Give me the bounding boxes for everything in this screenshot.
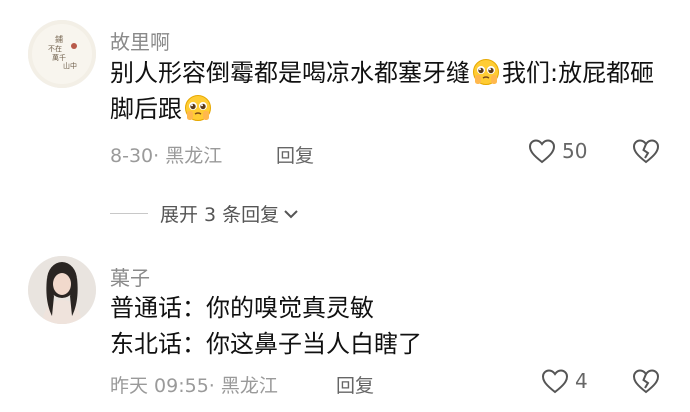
comment-item: 菓子 普通话：你的嗅觉真灵敏 东北话：你这鼻子当人白瞎了 昨天 09:55· 黑… <box>0 240 690 412</box>
comment-meta: 8-30· 黑龙江 <box>110 145 223 167</box>
heart-icon <box>541 369 569 394</box>
like-count: 4 <box>575 369 588 393</box>
like-button[interactable]: 50 <box>528 138 587 164</box>
dislike-button[interactable] <box>632 368 660 398</box>
comment-date: 8-30 <box>110 145 154 167</box>
reply-button[interactable]: 回复 <box>336 371 374 398</box>
chevron-down-icon <box>284 209 298 218</box>
heart-icon <box>528 139 556 164</box>
username[interactable]: 故里啊 <box>110 26 170 55</box>
avatar[interactable]: 鋪 不在 萬千 山中 <box>28 20 96 88</box>
username[interactable]: 菓子 <box>110 262 150 291</box>
expand-replies-button[interactable]: 展开 3 条回复 <box>110 200 299 227</box>
comment-line-1: 普通话：你的嗅觉真灵敏 <box>110 294 374 322</box>
broken-heart-icon <box>632 139 660 164</box>
reply-button[interactable]: 回复 <box>276 141 314 168</box>
divider-line <box>110 213 148 214</box>
expand-replies-label: 展开 3 条回复 <box>160 204 280 226</box>
svg-text:不在: 不在 <box>48 44 62 53</box>
comment-text: 别人形容倒霉都是喝凉水都塞牙缝 我们:放屁都砸脚后跟 <box>110 55 670 127</box>
comment-location: 黑龙江 <box>165 145 223 167</box>
comment-location: 黑龙江 <box>220 375 278 397</box>
comment-date: 昨天 09:55 <box>110 375 209 397</box>
svg-text:萬千: 萬千 <box>52 53 66 62</box>
comment-meta: 昨天 09:55· 黑龙江 <box>110 375 278 397</box>
comment-item: 鋪 不在 萬千 山中 故里啊 别人形容倒霉都是喝凉水都塞牙缝 我们:放屁都砸脚后… <box>0 0 690 190</box>
like-count: 50 <box>562 139 588 163</box>
comment-line-2: 东北话：你这鼻子当人白瞎了 <box>110 330 422 358</box>
svg-text:山中: 山中 <box>63 61 77 70</box>
comment-text: 普通话：你的嗅觉真灵敏 东北话：你这鼻子当人白瞎了 <box>110 290 670 362</box>
svg-text:鋪: 鋪 <box>55 34 63 44</box>
avatar[interactable] <box>28 256 96 324</box>
pleading-face-icon <box>184 94 212 122</box>
comment-text-part1: 别人形容倒霉都是喝凉水都塞牙缝 <box>110 59 470 87</box>
pleading-face-icon <box>472 58 500 86</box>
dislike-button[interactable] <box>632 138 660 168</box>
broken-heart-icon <box>632 369 660 394</box>
like-button[interactable]: 4 <box>541 368 588 394</box>
